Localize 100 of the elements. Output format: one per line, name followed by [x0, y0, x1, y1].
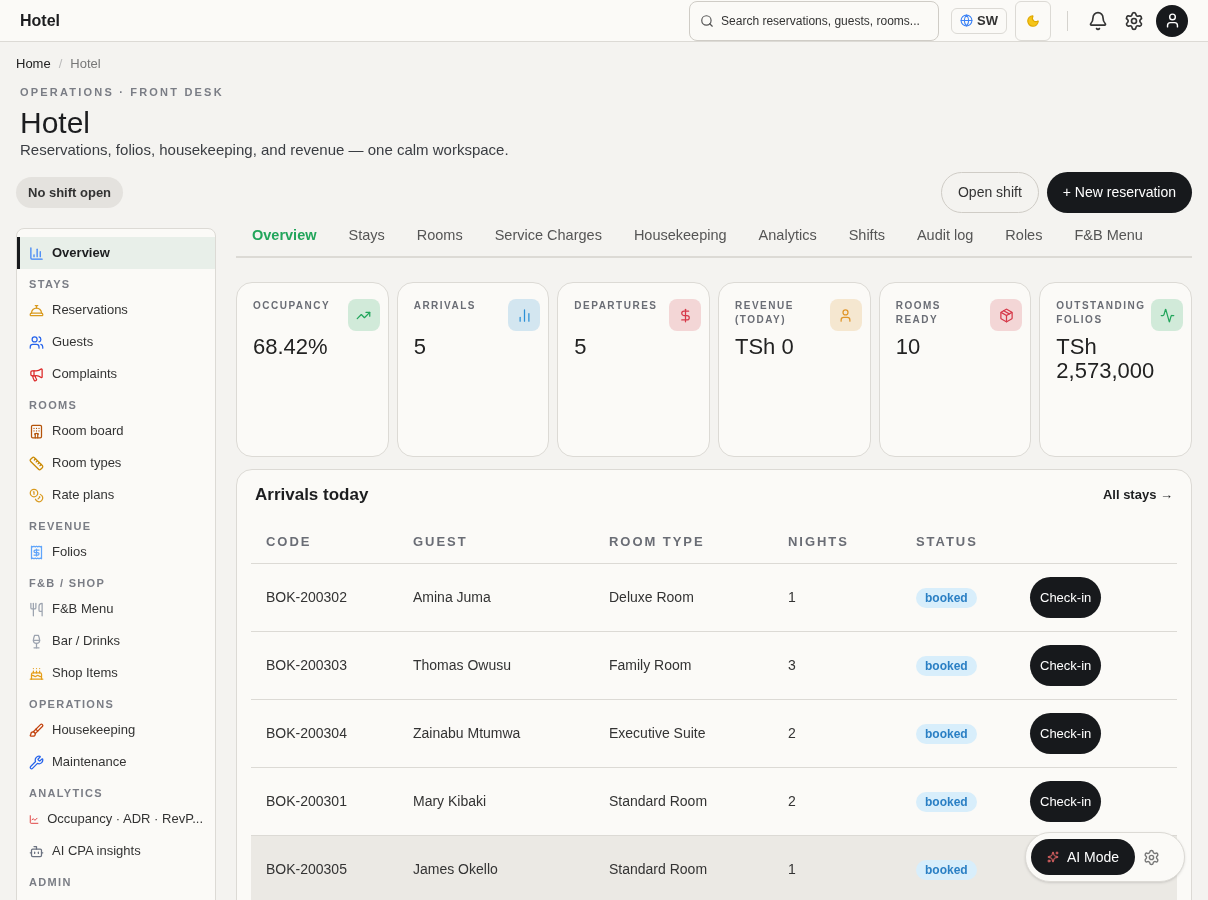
kpi-label: ARRIVALS — [413, 299, 477, 313]
sidebar-item[interactable]: AI CPA insights — [17, 835, 215, 867]
tab[interactable]: Roles — [989, 216, 1059, 256]
section-eyebrow: OPERATIONS · FRONT DESK — [20, 84, 225, 100]
card-title: Arrivals today — [255, 484, 369, 506]
kpi-value: 5 — [574, 335, 588, 359]
breadcrumb-link[interactable]: Home — [16, 54, 51, 74]
table-cell: 2 — [773, 767, 901, 836]
table-cell: James Okello — [398, 835, 594, 900]
table-row[interactable]: BOK-200303 Thomas Owusu Family Room 3 booked Check-in — [251, 631, 1177, 700]
all-stays-link[interactable]: All stays → — [1102, 485, 1173, 505]
kpi-value: 68.42% — [253, 335, 329, 359]
sidebar-item[interactable]: F&B Menu — [17, 593, 215, 625]
status-badge: booked — [916, 792, 977, 812]
sidebar-section-heading: F&B / SHOP — [28, 575, 107, 591]
kpi-label: DEPARTURES — [574, 299, 658, 313]
sparkle-icon — [1047, 851, 1059, 863]
language-button[interactable]: SW — [951, 7, 1007, 34]
ruler-icon — [29, 455, 44, 471]
check-in-button[interactable]: Check-in — [1030, 645, 1102, 686]
sidebar-section-heading: OPERATIONS — [28, 696, 116, 712]
tab[interactable]: Audit log — [900, 216, 990, 256]
tab[interactable]: Rooms — [400, 216, 479, 256]
hotel-icon — [29, 423, 44, 439]
shift-status-badge: No shift open — [16, 176, 124, 209]
status-badge: booked — [916, 588, 977, 608]
wrench-icon — [29, 754, 44, 770]
column-header: NIGHTS — [773, 519, 901, 564]
table-cell: 1 — [773, 563, 901, 632]
megaphone-icon — [29, 366, 44, 382]
moon-icon — [1026, 13, 1040, 28]
sidebar-item[interactable]: Overview — [17, 237, 215, 269]
table-cell: Executive Suite — [594, 699, 773, 768]
sidebar-section-heading: REVENUE — [28, 518, 93, 534]
column-header: GUEST — [398, 519, 594, 564]
sidebar-item[interactable]: Occupancy · ADR · RevP... — [17, 803, 215, 835]
sidebar-item[interactable]: Bar / Drinks — [17, 625, 215, 657]
kpi-value: TSh 0 — [735, 335, 795, 359]
page-subtitle: Reservations, folios, housekeeping, and revenue — one calm workspace. — [20, 140, 510, 160]
tab[interactable]: Analytics — [742, 216, 833, 256]
broom-icon — [29, 722, 44, 738]
table-cell: BOK-200304 — [251, 699, 398, 768]
kpi-value: 10 — [895, 335, 922, 359]
tab[interactable]: Stays — [332, 216, 401, 256]
tab[interactable]: Shifts — [832, 216, 901, 256]
table-row[interactable]: BOK-200304 Zainabu Mtumwa Executive Suite 2 booked Check-in — [251, 699, 1177, 768]
ai-mode-button[interactable]: AI Mode — [1031, 839, 1136, 875]
search-icon — [700, 13, 715, 28]
table-cell: Mary Kibaki — [398, 767, 594, 836]
table-cell: 3 — [773, 631, 901, 700]
tab[interactable]: Housekeeping — [617, 216, 743, 256]
kpi-label: ROOMS READY — [895, 299, 942, 327]
status-badge: booked — [916, 860, 977, 880]
table-row[interactable]: BOK-200302 Amina Juma Deluxe Room 1 booked Check-in — [251, 563, 1177, 632]
check-in-button[interactable]: Check-in — [1030, 713, 1102, 754]
sidebar-item[interactable]: Housekeeping — [17, 714, 215, 746]
utensils-icon — [29, 601, 44, 617]
sidebar-item[interactable]: Shop Items — [17, 657, 215, 689]
kpi-label: OCCUPANCY — [253, 299, 331, 313]
column-header: ROOM TYPE — [594, 519, 773, 564]
new-reservation-button[interactable]: + New reservation — [1046, 172, 1192, 213]
app-title: Hotel — [20, 10, 60, 31]
search-field[interactable]: Search reservations, guests, rooms... — [689, 0, 940, 41]
status-badge: booked — [916, 656, 977, 676]
receipt-icon — [29, 544, 44, 560]
table-row[interactable]: BOK-200301 Mary Kibaki Standard Room 2 booked Check-in — [251, 767, 1177, 836]
table-cell: 1 — [773, 835, 901, 900]
table-cell: Standard Room — [594, 767, 773, 836]
sidebar-item[interactable]: Room types — [17, 447, 215, 479]
sidebar-item[interactable]: Guests — [17, 326, 215, 358]
bell-icon — [29, 302, 44, 318]
page-title: Hotel — [20, 106, 92, 140]
sidebar-section-heading: ROOMS — [28, 397, 79, 413]
chart-icon — [29, 245, 44, 261]
sidebar-item[interactable]: Room board — [17, 415, 215, 447]
breadcrumb-separator: / — [58, 55, 63, 73]
table-cell: 2 — [773, 699, 901, 768]
tab[interactable]: Service Charges — [478, 216, 618, 256]
table-cell: Thomas Owusu — [398, 631, 594, 700]
robot-icon — [29, 843, 44, 859]
avatar[interactable] — [1156, 4, 1188, 37]
table-cell: Standard Room — [594, 835, 773, 900]
sidebar-item[interactable]: Reservations — [17, 294, 215, 326]
kpi-label: REVENUE (TODAY) — [735, 299, 795, 327]
table-cell: BOK-200303 — [251, 631, 398, 700]
tab[interactable]: F&B Menu — [1058, 216, 1159, 256]
table-cell: BOK-200302 — [251, 563, 398, 632]
sidebar-section-heading: ANALYTICS — [28, 785, 104, 801]
sidebar-item[interactable]: Folios — [17, 536, 215, 568]
check-in-button[interactable]: Check-in — [1030, 577, 1102, 618]
column-header: CODE — [251, 519, 398, 564]
check-in-button[interactable]: Check-in — [1030, 781, 1102, 822]
table-cell: Family Room — [594, 631, 773, 700]
sidebar-item[interactable]: Complaints — [17, 358, 215, 390]
sidebar-item[interactable]: Maintenance — [17, 746, 215, 778]
kpi-value: 5 — [413, 335, 427, 359]
sidebar-item[interactable]: Rate plans — [17, 479, 215, 511]
sidebar-section-heading: STAYS — [28, 276, 72, 292]
globe-icon — [960, 14, 974, 27]
status-badge: booked — [916, 724, 977, 744]
